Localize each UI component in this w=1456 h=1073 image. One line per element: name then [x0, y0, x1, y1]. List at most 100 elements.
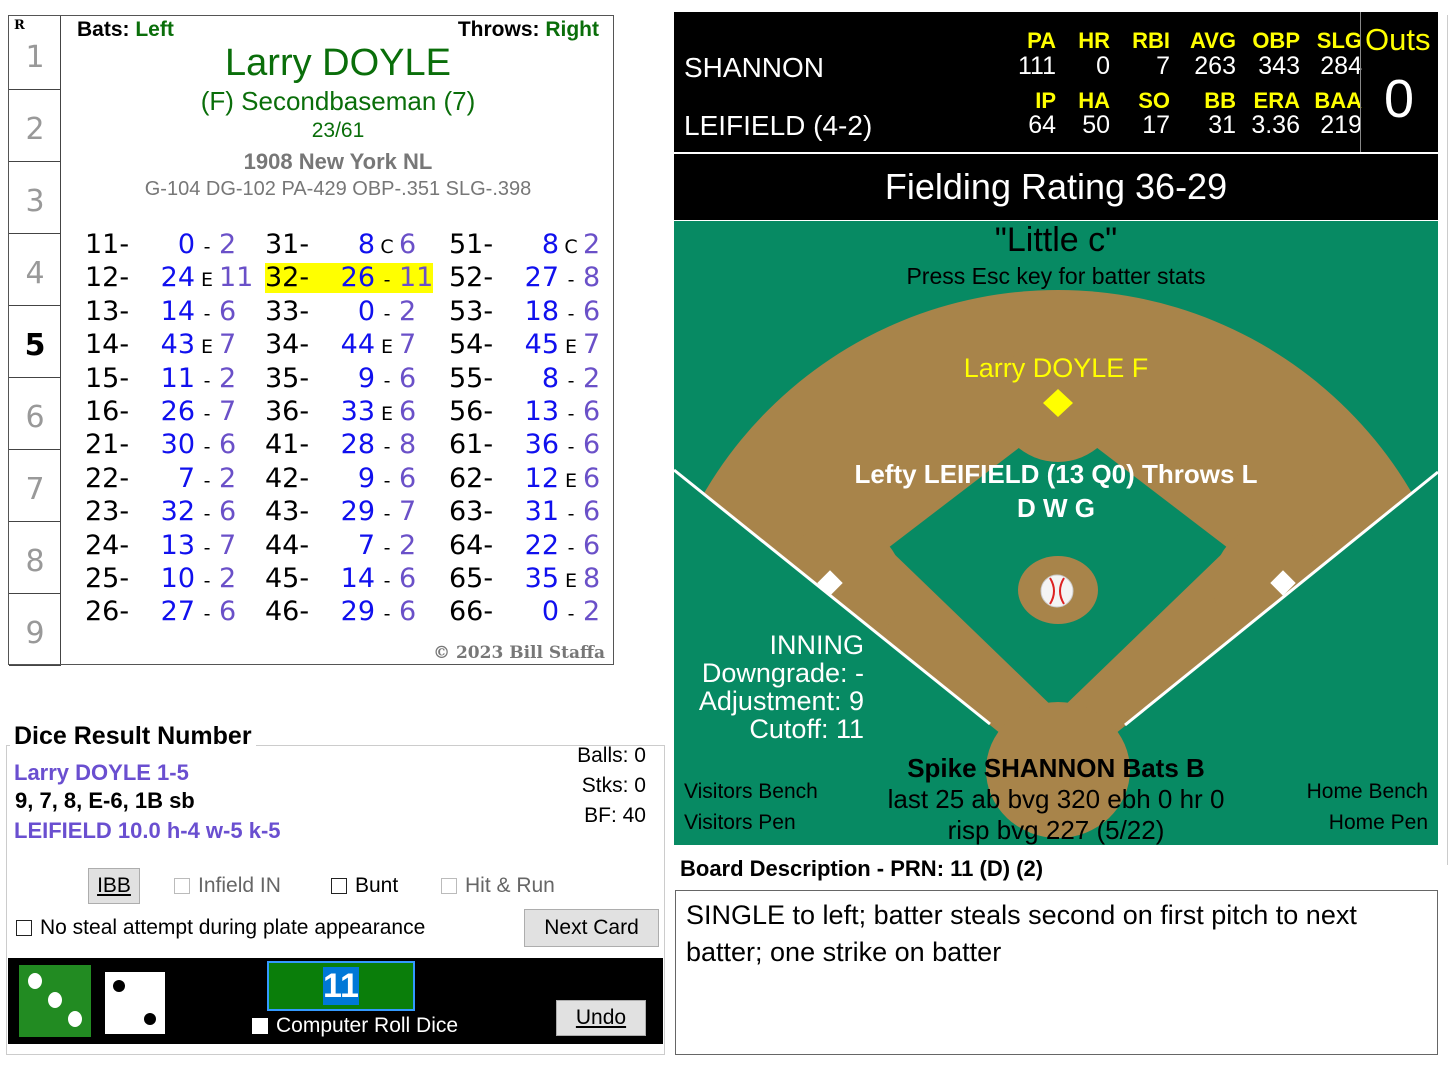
entry-sub: 6 — [219, 429, 237, 461]
entry-sep: - — [383, 436, 391, 459]
pitcher-values: 31 — [1208, 111, 1236, 139]
checkbox-icon — [441, 878, 457, 894]
card-result-entry: 12- 24 E 11 — [85, 263, 253, 293]
entry-roll: 42- — [265, 462, 310, 494]
entry-sep: - — [203, 536, 211, 559]
pitcher-codes: D W G — [1017, 493, 1095, 523]
entry-sub: 2 — [219, 462, 237, 494]
card-result-entry: 34- 44 E 7 — [265, 330, 416, 360]
entry-sub: 2 — [583, 229, 601, 260]
entry-roll: 52- — [449, 262, 494, 294]
entry-sub: 6 — [583, 396, 601, 427]
entry-num: 13 — [160, 529, 195, 561]
entry-roll: 34- — [265, 329, 310, 361]
board-description-text: SINGLE to left; batter steals second on … — [675, 890, 1438, 1055]
entry-sep: - — [567, 503, 575, 526]
entry-roll: 65- — [449, 563, 494, 594]
card-result-entry: 23- 32-6 — [85, 497, 236, 527]
entry-roll: 35- — [265, 362, 310, 394]
board-description-label: Board Description - PRN: 11 (D) (2) — [680, 856, 1044, 881]
entry-sub: 6 — [583, 496, 601, 528]
entry-roll: 43- — [265, 496, 310, 528]
card-result-entry: 14- 43 E 7 — [85, 330, 236, 360]
fielder-label: Larry DOYLE F — [963, 353, 1149, 383]
entry-sep: - — [203, 302, 211, 325]
entry-sep: C — [380, 236, 394, 258]
computer-roll-checkbox[interactable]: Computer Roll Dice — [252, 1014, 458, 1038]
card-result-entry: 46- 29-6 — [265, 597, 416, 627]
row-header: R — [14, 18, 25, 33]
entry-roll: 51- — [449, 229, 494, 260]
dice-result-panel: Larry DOYLE 1-5 9, 7, 8, E-6, 1B sb LEIF… — [6, 744, 665, 1055]
entry-sub: 8 — [583, 262, 601, 294]
pitcher-values: 50 — [1082, 111, 1110, 139]
die-three-icon — [19, 965, 91, 1037]
balls-count: Balls: 0 — [577, 744, 646, 767]
entry-sep: E — [380, 403, 393, 425]
card-result-entry: 52- 27-8 — [449, 263, 600, 293]
home-pen-link[interactable]: Home Pen — [1329, 811, 1428, 835]
bunt-label: Bunt — [355, 874, 399, 897]
bunt-checkbox[interactable]: Bunt — [331, 874, 398, 898]
entry-num: 43 — [160, 329, 195, 361]
home-bench-link[interactable]: Home Bench — [1307, 780, 1428, 804]
card-result-entry: 24- 13-7 — [85, 529, 236, 561]
entry-roll: 53- — [449, 295, 494, 327]
infield-in-checkbox[interactable]: Infield IN — [174, 874, 281, 898]
entry-num: 11 — [160, 362, 195, 394]
batter-values: 284 — [1320, 52, 1362, 80]
entry-num: 32 — [160, 496, 195, 528]
no-steal-label: No steal attempt during plate appearance — [40, 916, 426, 939]
entry-num: 28 — [340, 429, 375, 461]
batter-headers: OBP — [1252, 28, 1300, 53]
entry-sub: 6 — [399, 563, 417, 594]
undo-button[interactable]: Undo — [556, 1000, 646, 1036]
pitcher-values: 17 — [1142, 111, 1170, 139]
hit-and-run-checkbox[interactable]: Hit & Run — [441, 874, 555, 898]
ibb-button[interactable]: IBB — [88, 868, 140, 904]
pitcher-values: 219 — [1320, 111, 1362, 139]
player-position: (F) Secondbaseman (7) — [200, 86, 476, 116]
entry-num: 13 — [524, 396, 559, 427]
field-diagram — [674, 221, 1438, 845]
entry-sep: - — [567, 403, 575, 425]
batters-faced: BF: 40 — [584, 804, 646, 827]
entry-sep: E — [380, 336, 393, 359]
computer-roll-label: Computer Roll Dice — [276, 1014, 459, 1037]
no-steal-checkbox[interactable]: No steal attempt during plate appearance — [16, 916, 425, 940]
row-number: 2 — [9, 90, 61, 162]
scoreboard: SHANNON LEIFIELD (4-2) PA HR RBI AVG OBP SLG 1… — [674, 12, 1438, 152]
throws: Throws: Right — [458, 18, 599, 42]
checkbox-icon — [331, 878, 347, 894]
entry-num: 9 — [357, 362, 375, 394]
entry-num: 36 — [524, 429, 559, 461]
dice-result-field[interactable]: 11 — [267, 961, 415, 1011]
batter-headers: HR — [1078, 28, 1110, 53]
dice-bar: 11 Computer Roll Dice Undo — [8, 958, 663, 1044]
entry-num: 44 — [340, 329, 375, 361]
entry-roll: 16- — [85, 396, 130, 427]
entry-sub: 7 — [583, 329, 601, 361]
entry-roll: 46- — [265, 596, 310, 628]
entry-roll: 64- — [449, 529, 494, 561]
infield-in-label: Infield IN — [198, 874, 281, 897]
visitors-pen-link[interactable]: Visitors Pen — [684, 811, 796, 835]
card-result-entry: 32- 26-11 — [265, 263, 434, 294]
card-result-entry: 26- 27-6 — [85, 597, 236, 627]
entry-sep: - — [383, 369, 391, 392]
card-result-entry: 41- 28-8 — [265, 430, 416, 460]
entry-num: 27 — [524, 262, 559, 294]
card-result-entry: 13- 14-6 — [85, 295, 236, 327]
entry-sep: - — [203, 436, 211, 459]
entry-sep: - — [203, 469, 211, 492]
card-result-entry: 62- 12 E 6 — [449, 463, 600, 494]
entry-sep: - — [567, 536, 575, 559]
card-result-entry: 35- 9-6 — [265, 362, 416, 394]
entry-roll: 61- — [449, 429, 494, 461]
visitors-bench-link[interactable]: Visitors Bench — [684, 780, 818, 804]
entry-roll: 66- — [449, 596, 494, 628]
next-card-button[interactable]: Next Card — [524, 909, 659, 947]
entry-sep: - — [383, 570, 391, 592]
card-result-entry: 55- 8-2 — [449, 363, 600, 394]
entry-roll: 13- — [85, 295, 130, 327]
